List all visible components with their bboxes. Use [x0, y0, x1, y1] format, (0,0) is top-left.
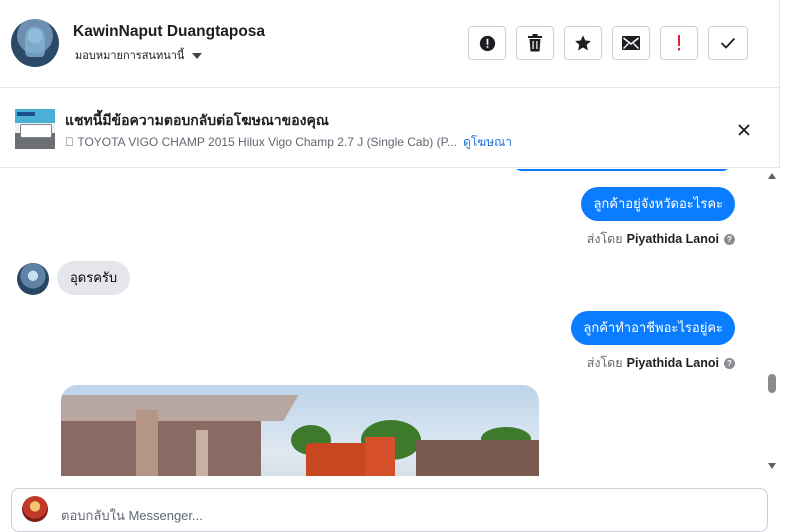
sender-name: Piyathida Lanoi	[626, 232, 719, 246]
ad-thumbnail[interactable]	[15, 109, 55, 149]
outgoing-message[interactable]: ลูกค้าอยู่จังหวัดอะไรคะ	[581, 187, 735, 221]
ad-name: 󰀀 TOYOTA VIGO CHAMP 2015 Hilux Vigo Cham…	[65, 135, 458, 149]
assign-conversation-dropdown[interactable]: มอบหมายการสนทนานี้	[75, 46, 203, 64]
message-thread[interactable]: ลูกค้าอยู่จังหวัดอะไรคะ ส่งโดย Piyathida…	[0, 169, 764, 476]
contact-avatar[interactable]	[11, 19, 59, 67]
mark-spam-button[interactable]	[468, 26, 506, 60]
incoming-photo[interactable]	[61, 385, 539, 476]
mark-done-button[interactable]	[708, 26, 748, 60]
reply-composer[interactable]: ตอบกลับใน Messenger...	[11, 488, 768, 532]
sender-name: Piyathida Lanoi	[626, 356, 719, 370]
close-icon[interactable]	[736, 122, 752, 138]
view-ad-link[interactable]: ดูโฆษณา	[463, 135, 512, 149]
sent-by-note: ส่งโดย Piyathida Lanoi ?	[587, 353, 735, 373]
scrollbar-thumb[interactable]	[768, 374, 776, 393]
incoming-message[interactable]: อุดรครับ	[57, 261, 131, 295]
help-icon[interactable]: ?	[724, 233, 735, 245]
star-icon	[575, 35, 591, 51]
assign-label: มอบหมายการสนทนานี้	[75, 50, 185, 62]
ad-banner-title: แชทนี้มีข้อความตอบกลับต่อโฆษณาของคุณ	[65, 112, 329, 128]
previous-message-bubble	[512, 169, 732, 171]
conversation-header: KawinNaput Duangtaposa มอบหมายการสนทนานี…	[0, 0, 780, 88]
alert-circle-icon	[479, 35, 495, 51]
outgoing-message[interactable]: ลูกค้าทำอาชีพอะไรอยู่คะ	[571, 311, 735, 345]
sent-by-note: ส่งโดย Piyathida Lanoi ?	[587, 229, 735, 249]
delete-button[interactable]	[516, 26, 554, 60]
contact-name[interactable]: KawinNaput Duangtaposa	[73, 23, 265, 41]
follow-up-button[interactable]	[660, 26, 698, 60]
exclamation-icon	[678, 35, 680, 51]
ad-reply-banner: แชทนี้มีข้อความตอบกลับต่อโฆษณาของคุณ 󰀀 T…	[0, 88, 780, 168]
toolbar	[468, 26, 748, 60]
page-avatar	[22, 496, 48, 522]
star-button[interactable]	[564, 26, 602, 60]
help-icon[interactable]: ?	[724, 357, 735, 369]
envelope-icon	[622, 36, 640, 50]
ad-banner-subtitle: 󰀀 TOYOTA VIGO CHAMP 2015 Hilux Vigo Cham…	[65, 133, 512, 152]
contact-avatar-small[interactable]	[17, 263, 49, 295]
mark-unread-button[interactable]	[612, 26, 650, 60]
sent-by-label: ส่งโดย	[586, 356, 623, 370]
sent-by-label: ส่งโดย	[586, 232, 623, 246]
scroll-up-arrow[interactable]	[768, 173, 776, 179]
caret-down-icon	[192, 52, 203, 59]
trash-icon	[528, 34, 542, 52]
scroll-down-arrow[interactable]	[768, 463, 776, 469]
checkmark-icon	[720, 37, 736, 49]
